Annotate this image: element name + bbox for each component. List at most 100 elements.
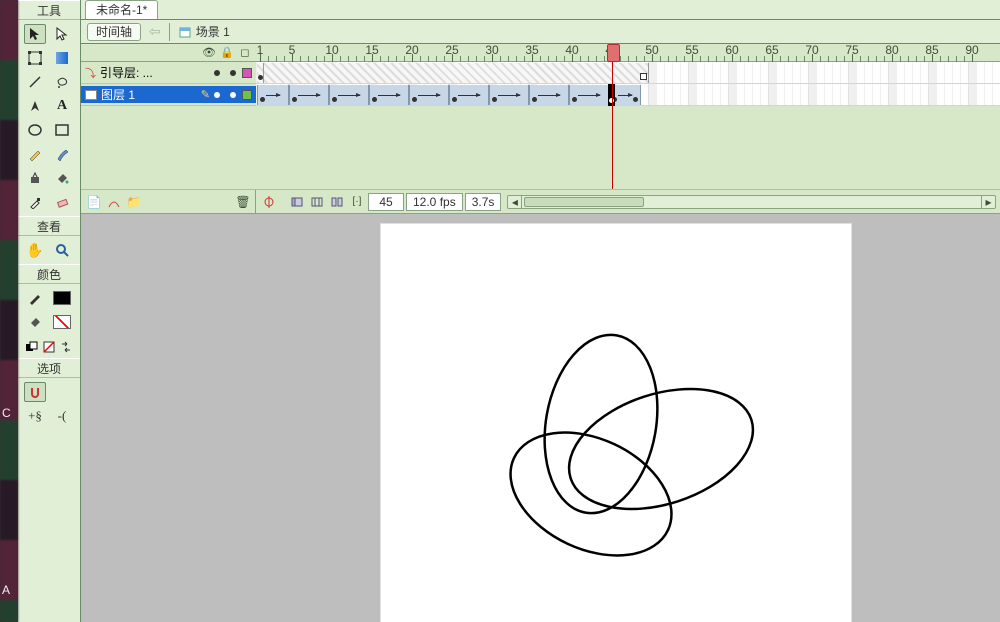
motion-tween-segment[interactable] — [369, 85, 409, 105]
motion-tween-segment[interactable] — [329, 85, 369, 105]
frame-ruler[interactable]: 151015202530354045505560657075808590 — [256, 44, 1000, 62]
time-readout[interactable]: 3.7s — [465, 193, 502, 211]
tools-grid: A — [18, 20, 80, 216]
scroll-left-btn[interactable]: ◂ — [508, 196, 522, 208]
motion-tween-segment[interactable] — [529, 85, 569, 105]
free-transform-tool[interactable] — [24, 48, 46, 68]
snap-option[interactable] — [24, 382, 46, 402]
scene-name: 场景 1 — [196, 23, 230, 40]
gradient-transform-tool[interactable] — [51, 48, 73, 68]
stage-canvas[interactable] — [381, 224, 851, 622]
new-guide-btn[interactable] — [105, 193, 123, 211]
options-section-title: 选项 — [18, 358, 80, 378]
edit-multiple-frames-btn[interactable] — [328, 193, 346, 211]
scroll-right-btn[interactable]: ▸ — [981, 196, 995, 208]
tracks-footer: [·] 45 12.0 fps 3.7s ◂ ▸ — [256, 190, 1000, 213]
motion-tween-segment[interactable] — [289, 85, 329, 105]
eyedropper-tool[interactable] — [24, 192, 46, 212]
outline-column-icon[interactable]: ◻ — [238, 46, 252, 59]
default-colors-btn[interactable] — [24, 338, 40, 356]
back-arrow-icon[interactable]: ⇦ — [149, 23, 161, 40]
tools-panel-title: 工具 — [18, 0, 80, 20]
document-tab[interactable]: 未命名-1* — [85, 0, 158, 19]
new-folder-btn[interactable]: 📁 — [125, 193, 143, 211]
layers-column: 👁 🔒 ◻ ⤵ 引导层: ... 图层 1 ✎ — [81, 44, 256, 189]
text-tool[interactable]: A — [51, 96, 73, 116]
subselection-tool[interactable] — [51, 24, 73, 44]
tools-panel: 工具 A 查看 ✋ 颜色 选项 +§ -( — [18, 0, 81, 622]
no-color-btn[interactable] — [42, 338, 56, 356]
rectangle-tool[interactable] — [51, 120, 73, 140]
timeline-footer: 📄 📁 🗑 [·] 45 12.0 fps 3.7s ◂ — [81, 189, 1000, 213]
stroke-color[interactable] — [51, 288, 73, 308]
drawing — [381, 224, 851, 622]
workspace: 未命名-1* 时间轴 ⇦ 场景 1 👁 🔒 ◻ ⤵ 引导层: ... — [81, 0, 1000, 622]
layers-header: 👁 🔒 ◻ — [81, 44, 256, 62]
line-tool[interactable] — [24, 72, 46, 92]
view-section-title: 查看 — [18, 216, 80, 236]
color-section-title: 颜色 — [18, 264, 80, 284]
scene-breadcrumb[interactable]: 场景 1 — [178, 23, 230, 40]
inkbottle-tool[interactable] — [24, 168, 46, 188]
oval-tool[interactable] — [24, 120, 46, 140]
scene-icon — [178, 25, 192, 39]
layer-name-label: 图层 1 — [101, 86, 197, 103]
hand-tool[interactable]: ✋ — [24, 240, 46, 260]
lasso-tool[interactable] — [51, 72, 73, 92]
playhead[interactable] — [612, 44, 613, 189]
smooth-option[interactable]: +§ — [24, 406, 46, 426]
motion-tween-segment[interactable] — [569, 85, 609, 105]
current-frame-readout[interactable]: 45 — [368, 193, 404, 211]
layers-footer: 📄 📁 🗑 — [81, 190, 256, 213]
new-layer-btn[interactable]: 📄 — [85, 193, 103, 211]
scene-row: 时间轴 ⇦ 场景 1 — [81, 20, 1000, 44]
motion-tween-segment[interactable] — [449, 85, 489, 105]
blank-keyframe[interactable] — [641, 63, 648, 83]
layer-row[interactable]: ⤵ 引导层: ... — [81, 62, 256, 84]
outline-color-swatch[interactable] — [242, 90, 252, 100]
timeline-panel: 👁 🔒 ◻ ⤵ 引导层: ... 图层 1 ✎ — [81, 44, 1000, 214]
layer-name-label: 引导层: ... — [100, 64, 210, 81]
straighten-option[interactable]: -( — [51, 406, 73, 426]
onion-center-btn[interactable] — [260, 193, 278, 211]
fps-readout[interactable]: 12.0 fps — [406, 193, 463, 211]
paintbucket-tool[interactable] — [51, 168, 73, 188]
timeline-toggle-btn[interactable]: 时间轴 — [87, 23, 141, 41]
stroke-color-icon — [24, 288, 46, 308]
document-tab-bar: 未命名-1* — [81, 0, 1000, 20]
visibility-dot[interactable] — [214, 70, 220, 76]
eraser-tool[interactable] — [51, 192, 73, 212]
delete-layer-btn[interactable]: 🗑 — [234, 193, 252, 211]
zoom-tool[interactable] — [51, 240, 73, 260]
tracks-column: 151015202530354045505560657075808590 — [256, 44, 1000, 189]
modify-markers-btn[interactable]: [·] — [348, 193, 366, 211]
brush-tool[interactable] — [51, 144, 73, 164]
onion-skin-btn[interactable] — [288, 193, 306, 211]
motion-tween-segment[interactable] — [489, 85, 529, 105]
lock-dot[interactable] — [230, 92, 236, 98]
swap-colors-btn[interactable] — [58, 338, 74, 356]
layer-icon — [85, 90, 97, 100]
layer-row[interactable]: 图层 1 ✎ — [81, 84, 256, 106]
left-decorative-strip: C A — [0, 0, 18, 622]
guide-layer-icon: ⤵ — [85, 65, 96, 81]
motion-tween-segment[interactable] — [257, 85, 289, 105]
visibility-column-icon[interactable]: 👁 — [202, 46, 216, 59]
track-row-layer[interactable] — [256, 84, 1000, 106]
fill-color[interactable] — [51, 312, 73, 332]
outline-color-swatch[interactable] — [242, 68, 252, 78]
motion-tween-segment[interactable] — [409, 85, 449, 105]
track-row-guide[interactable] — [256, 62, 1000, 84]
stage-area[interactable] — [81, 214, 1000, 622]
pen-tool[interactable] — [24, 96, 46, 116]
visibility-dot[interactable] — [214, 92, 220, 98]
onion-skin-outlines-btn[interactable] — [308, 193, 326, 211]
pencil-tool[interactable] — [24, 144, 46, 164]
selection-tool[interactable] — [24, 24, 46, 44]
keyframe[interactable] — [257, 63, 264, 83]
timeline-scrollbar[interactable]: ◂ ▸ — [507, 195, 996, 209]
lock-dot[interactable] — [230, 70, 236, 76]
fill-color-icon — [24, 312, 46, 332]
pencil-icon: ✎ — [201, 88, 210, 101]
lock-column-icon[interactable]: 🔒 — [220, 46, 234, 59]
